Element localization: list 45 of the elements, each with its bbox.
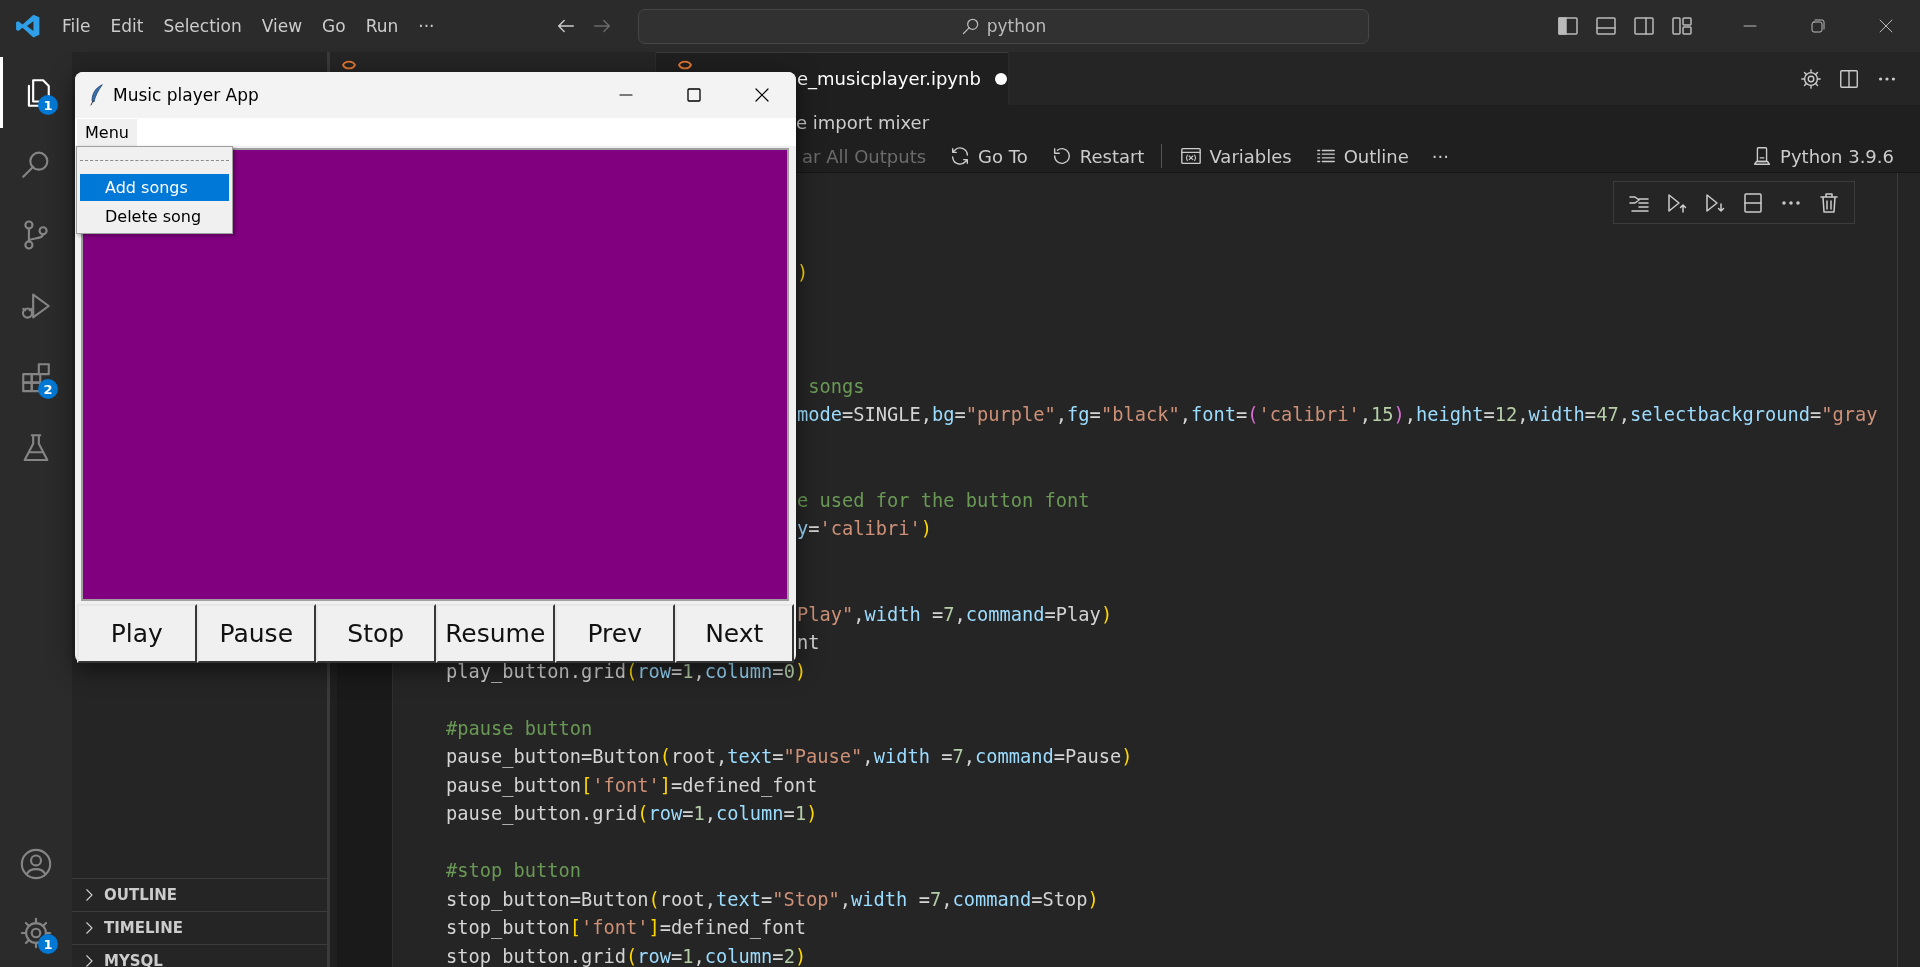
menu-item[interactable]: Edit (101, 12, 153, 40)
section-header[interactable]: OUTLINE (104, 886, 178, 904)
count-badge: 2 (38, 379, 58, 399)
code-line: #pause button (446, 716, 593, 741)
code-line: nt (797, 631, 820, 655)
breadcrumb-text: e import mixer (796, 112, 930, 133)
code-line: pause_button.grid(row=1,column=1) (446, 802, 818, 827)
toolbar-button[interactable]: Outline (1308, 145, 1415, 167)
toolbar-button[interactable]: Variables (1174, 145, 1298, 167)
window-title: Music player App (113, 85, 259, 105)
player-button[interactable]: Stop (316, 604, 436, 663)
menu-item[interactable]: Menu (77, 118, 137, 146)
toolbar-button[interactable]: ··· (1425, 145, 1455, 167)
search-field[interactable]: python (638, 8, 1369, 44)
code-line: e used for the button font (797, 488, 1090, 513)
code-line: #stop button (446, 859, 581, 883)
code-line: stop_button.grid(row=1,column=2) (446, 944, 807, 967)
code-line: mode=SINGLE,bg="purple",fg="black",font=('calibri',15),height=12,width=47,selectbackground="gray (797, 403, 1878, 427)
menu-item[interactable]: Add songs (80, 174, 229, 201)
player-button[interactable]: Pause (196, 604, 316, 663)
menu-item[interactable]: Go (313, 12, 355, 40)
menu-item[interactable]: Run (356, 12, 408, 40)
code-line: y='calibri') (797, 517, 933, 541)
player-button[interactable]: Play (77, 604, 197, 663)
section-header[interactable]: TIMELINE (104, 919, 183, 937)
code-line: Play",width =7,command=Play) (797, 602, 1113, 627)
menu-item[interactable]: File (53, 12, 100, 40)
toolbar-button[interactable]: Go To (943, 145, 1034, 167)
menu-item[interactable]: Selection (154, 12, 251, 40)
toolbar-button[interactable]: Restart (1044, 145, 1151, 167)
code-line: ) (797, 260, 809, 285)
menu-item[interactable]: Delete song (80, 203, 229, 230)
code-line: songs (807, 374, 865, 399)
code-line: pause_button=Button(root,text="Pause",width =7,command=Pause) (446, 745, 1133, 770)
player-button[interactable]: Resume (435, 604, 555, 663)
menu-item[interactable]: View (252, 12, 312, 40)
kernel-button[interactable]: Python 3.9.6 (1745, 145, 1900, 167)
menu-item[interactable]: ··· (409, 12, 444, 40)
code-line: stop_button['font']=defined_font (446, 916, 807, 941)
player-button[interactable]: Prev (555, 604, 675, 663)
count-badge: 1 (38, 95, 58, 115)
code-line: pause_button['font']=defined_font (446, 773, 818, 799)
count-badge: 1 (38, 934, 58, 954)
code-line: stop_button=Button(root,text="Stop",width =7,command=Stop) (446, 887, 1099, 913)
player-button[interactable]: Next (674, 604, 794, 663)
